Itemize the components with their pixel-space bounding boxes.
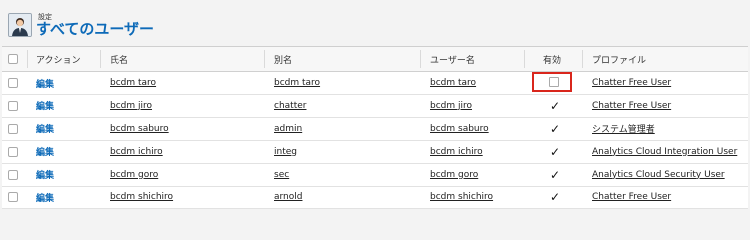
edit-link[interactable]: 編集	[36, 122, 54, 135]
username-link[interactable]: bcdm taro	[430, 78, 476, 88]
profile-link[interactable]: Analytics Cloud Integration User	[592, 147, 737, 157]
column-header-profile[interactable]: プロファイル	[592, 47, 646, 71]
alias-link[interactable]: integ	[274, 147, 297, 157]
checkmark-icon: ✓	[550, 121, 561, 136]
user-name-link[interactable]: bcdm saburo	[110, 124, 169, 134]
user-name-link[interactable]: bcdm taro	[110, 78, 156, 88]
profile-link[interactable]: Analytics Cloud Security User	[592, 170, 725, 180]
username-link[interactable]: bcdm saburo	[430, 124, 489, 134]
checkmark-icon: ✓	[550, 190, 561, 204]
edit-link[interactable]: 編集	[36, 168, 54, 181]
profile-link[interactable]: Chatter Free User	[592, 192, 671, 202]
checkmark-icon: ✓	[550, 144, 561, 159]
user-name-link[interactable]: bcdm goro	[110, 170, 158, 180]
user-avatar-icon	[8, 13, 32, 37]
alias-link[interactable]: admin	[274, 124, 302, 134]
column-header-name[interactable]: 氏名	[110, 47, 128, 71]
column-header-username[interactable]: ユーザー名	[430, 47, 475, 71]
username-link[interactable]: bcdm ichiro	[430, 147, 483, 157]
user-name-link[interactable]: bcdm shichiro	[110, 192, 173, 202]
table-row: 編集 bcdm ichiro integ bcdm ichiro ✓ Analy…	[2, 140, 748, 164]
alias-link[interactable]: arnold	[274, 192, 302, 202]
table-row: 編集 bcdm shichiro arnold bcdm shichiro ✓ …	[2, 186, 748, 209]
username-link[interactable]: bcdm jiro	[430, 101, 472, 111]
users-table: アクション 氏名 別名 ユーザー名 有効 プロファイル 編集 bcdm taro…	[2, 46, 748, 209]
profile-link[interactable]: Chatter Free User	[592, 101, 671, 111]
alias-link[interactable]: chatter	[274, 101, 306, 111]
username-link[interactable]: bcdm goro	[430, 170, 478, 180]
profile-link[interactable]: Chatter Free User	[592, 78, 671, 88]
edit-link[interactable]: 編集	[36, 191, 54, 204]
table-row: 編集 bcdm goro sec bcdm goro ✓ Analytics C…	[2, 163, 748, 187]
row-select-checkbox[interactable]	[8, 146, 18, 157]
row-select-checkbox[interactable]	[8, 100, 18, 111]
page-header: 設定 すべてのユーザー	[0, 0, 750, 44]
table-row: 編集 bcdm taro bcdm taro bcdm taro Chatter…	[2, 72, 748, 95]
select-all-checkbox[interactable]	[8, 54, 18, 64]
active-checkbox[interactable]	[549, 77, 559, 87]
row-select-checkbox[interactable]	[8, 78, 18, 88]
table-header-row: アクション 氏名 別名 ユーザー名 有効 プロファイル	[2, 47, 748, 72]
checkmark-icon: ✓	[550, 167, 561, 182]
alias-link[interactable]: bcdm taro	[274, 78, 320, 88]
alias-link[interactable]: sec	[274, 170, 289, 180]
page-title: すべてのユーザー	[36, 20, 155, 38]
user-name-link[interactable]: bcdm ichiro	[110, 147, 163, 157]
profile-link[interactable]: システム管理者	[592, 122, 655, 135]
row-select-checkbox[interactable]	[8, 169, 18, 180]
edit-link[interactable]: 編集	[36, 99, 54, 112]
row-select-checkbox[interactable]	[8, 192, 18, 202]
username-link[interactable]: bcdm shichiro	[430, 192, 493, 202]
table-row: 編集 bcdm jiro chatter bcdm jiro ✓ Chatter…	[2, 94, 748, 118]
column-header-active[interactable]: 有効	[543, 47, 561, 71]
edit-link[interactable]: 編集	[36, 77, 54, 90]
column-header-alias[interactable]: 別名	[274, 47, 292, 71]
edit-link[interactable]: 編集	[36, 145, 54, 158]
checkmark-icon: ✓	[550, 98, 561, 113]
table-row: 編集 bcdm saburo admin bcdm saburo ✓ システム管…	[2, 117, 748, 141]
row-select-checkbox[interactable]	[8, 123, 18, 134]
column-header-action: アクション	[36, 55, 81, 66]
user-name-link[interactable]: bcdm jiro	[110, 101, 152, 111]
